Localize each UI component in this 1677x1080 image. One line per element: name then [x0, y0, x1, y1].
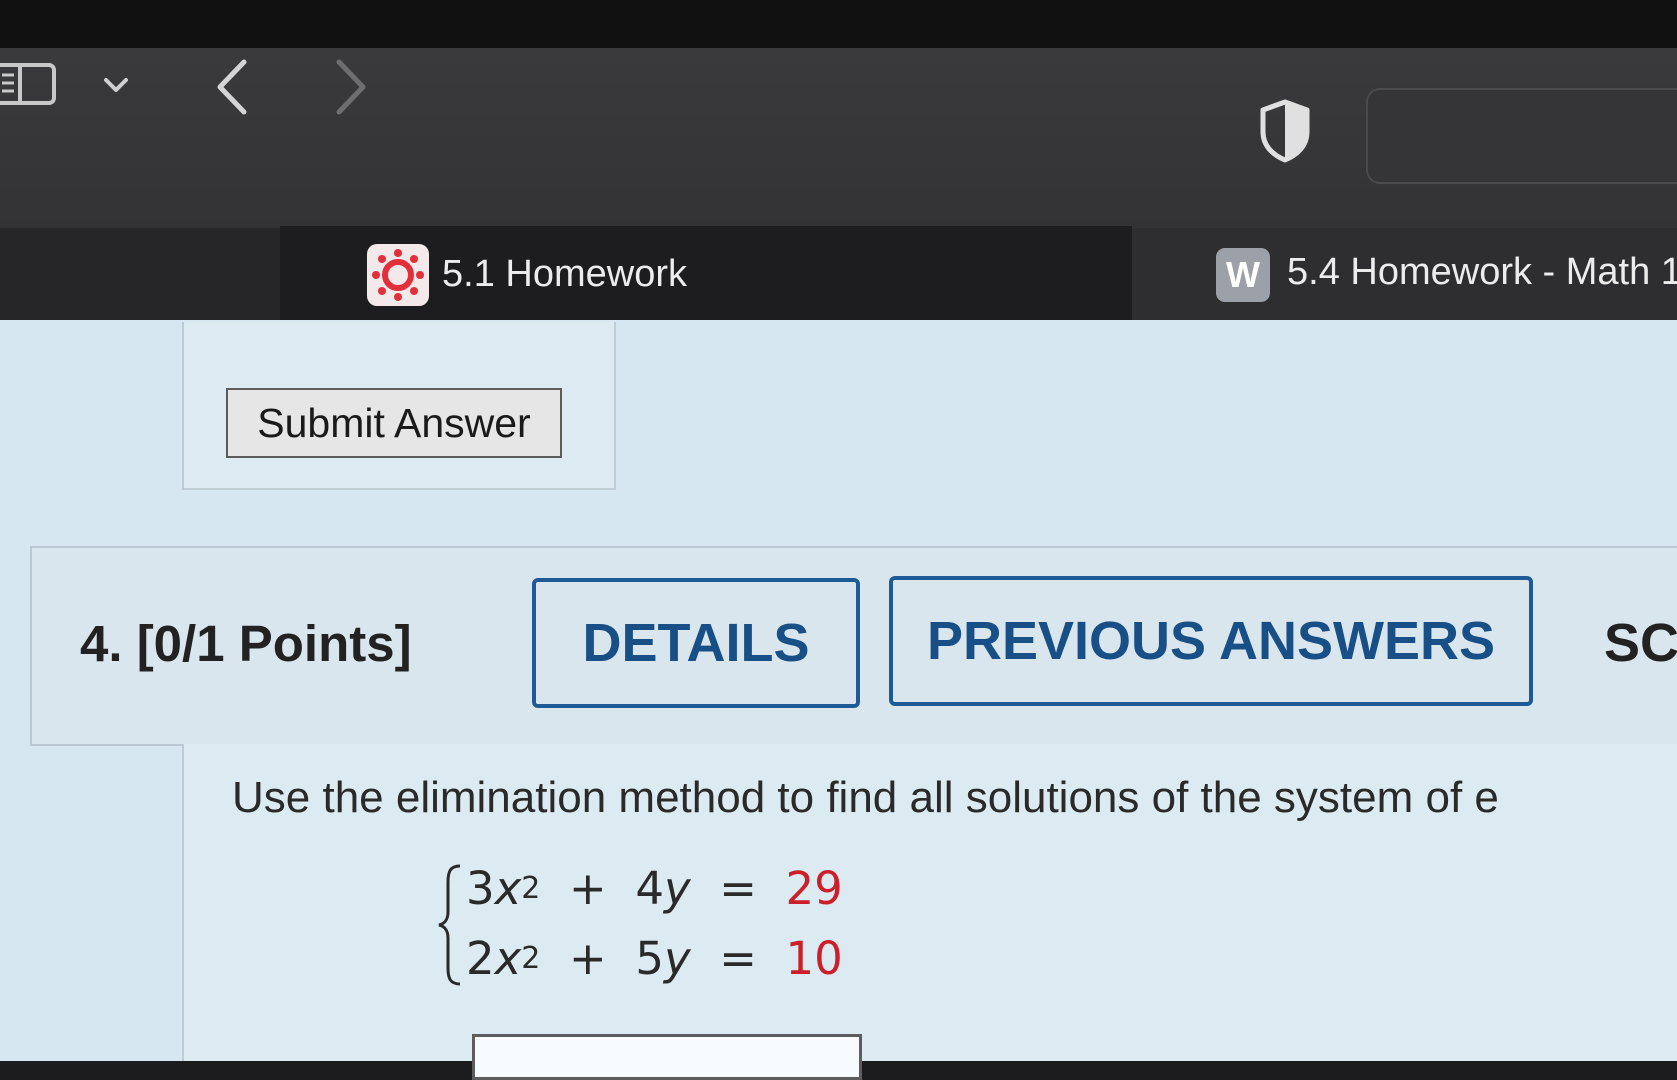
right-hand-side: 29	[785, 862, 843, 915]
score-tab-partial[interactable]: SC	[1604, 612, 1677, 674]
submit-answer-button[interactable]: Submit Answer	[226, 388, 562, 458]
variable: x	[494, 932, 522, 985]
w-logo-icon: W	[1216, 248, 1270, 302]
coefficient: 4	[635, 862, 664, 915]
coefficient: 3	[466, 862, 495, 915]
variable: y	[663, 932, 691, 985]
question-number-points: 4. [0/1 Points]	[80, 615, 412, 672]
equals-sign: =	[719, 862, 757, 915]
exponent: 2	[521, 871, 541, 906]
screen-bezel	[0, 0, 1677, 48]
previous-answers-button[interactable]: PREVIOUS ANSWERS	[889, 576, 1533, 706]
operator: +	[568, 862, 607, 915]
exponent: 2	[521, 941, 541, 976]
equation-1: 3x2 + 4y = 29	[466, 862, 843, 915]
chevron-down-icon[interactable]	[98, 70, 134, 100]
question-prompt: Use the elimination method to find all s…	[232, 773, 1499, 822]
chevron-left-icon[interactable]	[208, 50, 258, 120]
canvas-logo-icon	[367, 244, 429, 306]
coefficient: 2	[466, 932, 495, 985]
left-brace	[438, 864, 461, 986]
tab-label: 5.4 Homework - Math 1	[1287, 251, 1677, 293]
equals-sign: =	[719, 932, 757, 985]
equation-2: 2x2 + 5y = 10	[466, 932, 843, 985]
sidebar-toggle-icon[interactable]	[0, 62, 58, 106]
variable: x	[494, 862, 522, 915]
details-button[interactable]: DETAILS	[532, 578, 860, 708]
answer-input[interactable]	[472, 1034, 862, 1080]
chevron-right-icon[interactable]	[325, 50, 375, 120]
right-hand-side: 10	[785, 932, 843, 985]
variable: y	[663, 862, 691, 915]
coefficient: 5	[635, 932, 664, 985]
tab-label: 5.1 Homework	[442, 253, 687, 295]
operator: +	[568, 932, 607, 985]
address-bar[interactable]	[1366, 88, 1677, 184]
shield-icon[interactable]	[1258, 98, 1312, 164]
